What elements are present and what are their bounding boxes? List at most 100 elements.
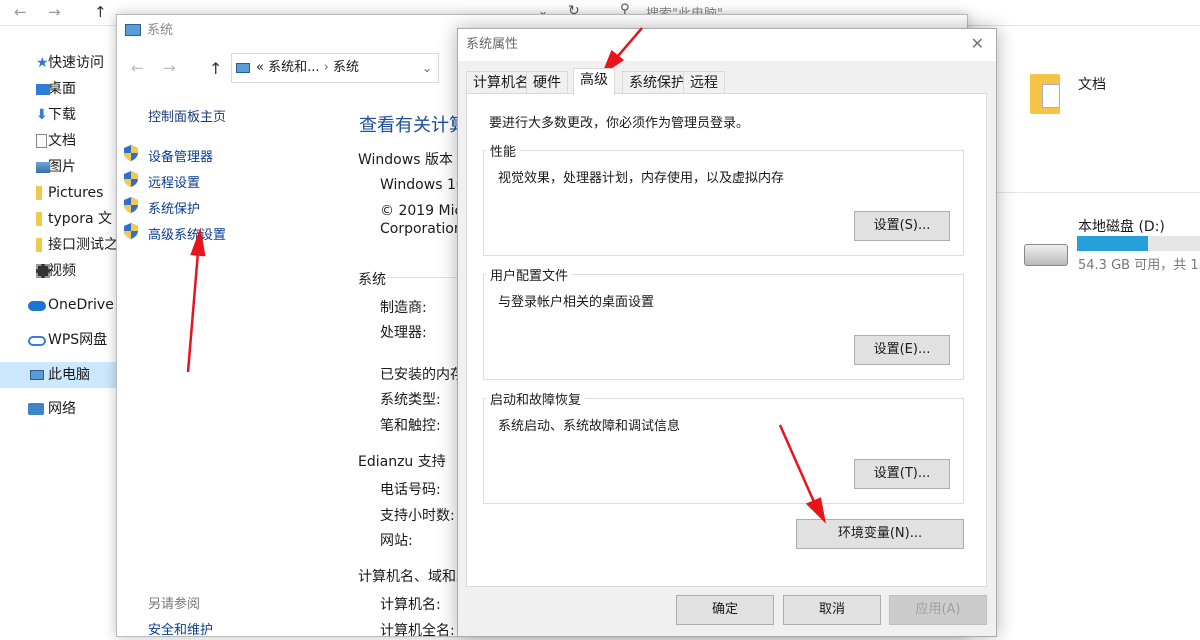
user-profile-group: 用户配置文件 与登录帐户相关的桌面设置 设置(E)... xyxy=(483,265,964,380)
drive-usage-fill xyxy=(1077,236,1149,251)
phone-label: 电话号码: xyxy=(380,482,441,498)
computer-icon xyxy=(30,370,44,380)
close-icon[interactable]: ✕ xyxy=(971,34,984,53)
page-title: 查看有关计算 xyxy=(359,115,467,136)
system-properties-dialog: 系统属性 ✕ 计算机名 硬件 高级 系统保护 远程 要进行大多数更改，你必须作为… xyxy=(457,28,997,637)
startup-recovery-label: 启动和故障恢复 xyxy=(486,389,586,408)
forward-icon[interactable]: → xyxy=(48,3,61,21)
performance-desc: 视觉效果，处理器计划，内存使用，以及虚拟内存 xyxy=(498,171,785,186)
advanced-tab-panel: 要进行大多数更改，你必须作为管理员登录。 性能 视觉效果，处理器计划，内存使用，… xyxy=(466,93,987,587)
drive-usage-bar xyxy=(1077,236,1200,251)
ok-button[interactable]: 确定 xyxy=(676,595,774,625)
admin-note: 要进行大多数更改，你必须作为管理员登录。 xyxy=(489,116,750,131)
user-profile-settings-button[interactable]: 设置(E)... xyxy=(854,335,950,365)
shield-icon xyxy=(124,223,138,239)
drive-name: 本地磁盘 (D:) xyxy=(1078,219,1165,235)
system-protection-link[interactable]: 系统保护 xyxy=(148,198,200,217)
back-icon[interactable]: ← xyxy=(131,59,144,77)
support-section-label: Edianzu 支持 xyxy=(358,454,446,470)
nav-item-documents[interactable]: 文档 xyxy=(0,128,116,154)
drive-info: 54.3 GB 可用，共 13 xyxy=(1078,258,1200,273)
nav-item-pictures-folder[interactable]: Pictures xyxy=(0,180,116,206)
startup-recovery-group: 启动和故障恢复 系统启动、系统故障和调试信息 设置(T)... xyxy=(483,389,964,504)
see-also-label: 另请参阅 xyxy=(148,597,201,612)
startup-recovery-settings-button[interactable]: 设置(T)... xyxy=(854,459,950,489)
windows-edition-label: Windows 版本 xyxy=(358,152,453,168)
user-profile-desc: 与登录帐户相关的桌面设置 xyxy=(498,295,655,310)
pen-touch-label: 笔和触控: xyxy=(380,418,441,434)
remote-settings-link[interactable]: 远程设置 xyxy=(148,172,200,191)
performance-label: 性能 xyxy=(486,141,521,160)
forward-icon[interactable]: → xyxy=(163,59,176,77)
desktop-icon xyxy=(36,84,50,95)
advanced-system-settings-link[interactable]: 高级系统设置 xyxy=(148,224,226,243)
processor-label: 处理器: xyxy=(380,325,427,341)
document-icon xyxy=(1042,84,1060,108)
tab-hardware[interactable]: 硬件 xyxy=(526,71,568,93)
cancel-button[interactable]: 取消 xyxy=(783,595,881,625)
nav-item-network[interactable]: 网络 xyxy=(0,396,116,422)
apply-button[interactable]: 应用(A) xyxy=(889,595,987,625)
security-maintenance-link[interactable]: 安全和维护 xyxy=(148,619,213,638)
copyright-line-1: © 2019 Micr xyxy=(380,203,468,219)
shield-icon xyxy=(124,171,138,187)
address-bar[interactable]: « 系统和... › 系统 ⌄ xyxy=(231,53,439,83)
video-icon xyxy=(36,264,50,278)
star-icon: ★ xyxy=(36,55,49,71)
windows-name: Windows 10 xyxy=(380,177,465,193)
nav-item-quick-access[interactable]: ★ 快速访问 xyxy=(0,50,116,76)
cloud-icon xyxy=(28,301,46,311)
folder-icon xyxy=(36,186,42,200)
ram-label: 已安装的内存 xyxy=(380,367,464,383)
nav-item-videos[interactable]: 视频 xyxy=(0,258,116,284)
device-manager-link[interactable]: 设备管理器 xyxy=(148,146,213,165)
document-icon xyxy=(36,134,47,148)
explorer-content-right: 文档 本地磁盘 (D:) 54.3 GB 可用，共 13 xyxy=(996,40,1200,637)
drive-icon[interactable] xyxy=(1024,244,1068,266)
performance-group: 性能 视觉效果，处理器计划，内存使用，以及虚拟内存 设置(S)... xyxy=(483,141,964,256)
shield-icon xyxy=(124,145,138,161)
performance-settings-button[interactable]: 设置(S)... xyxy=(854,211,950,241)
nav-item-downloads[interactable]: ⬇ 下载 xyxy=(0,102,116,128)
shield-icon xyxy=(124,197,138,213)
tab-remote[interactable]: 远程 xyxy=(683,71,725,93)
nav-item-wps[interactable]: WPS网盘 xyxy=(0,327,116,353)
nav-item-desktop[interactable]: 桌面 xyxy=(0,76,116,102)
support-hours-label: 支持小时数: xyxy=(380,508,455,524)
cloud-icon xyxy=(28,336,46,346)
computer-full-name-label: 计算机全名: xyxy=(380,623,455,639)
computer-name-label: 计算机名: xyxy=(380,597,441,613)
computer-section-label: 计算机名、域和工 xyxy=(358,569,470,585)
control-panel-home-link[interactable]: 控制面板主页 xyxy=(148,106,226,125)
divider xyxy=(387,277,457,278)
user-profile-label: 用户配置文件 xyxy=(486,265,573,284)
chevron-down-icon[interactable]: ⌄ xyxy=(422,54,432,82)
nav-item-onedrive[interactable]: OneDrive xyxy=(0,292,116,318)
environment-variables-button[interactable]: 环境变量(N)... xyxy=(796,519,964,549)
startup-recovery-desc: 系统启动、系统故障和调试信息 xyxy=(498,419,681,434)
picture-icon xyxy=(36,162,50,173)
breadcrumb-system[interactable]: 系统 xyxy=(333,60,359,75)
folder-icon xyxy=(36,212,42,226)
nav-item-this-pc[interactable]: 此电脑 xyxy=(0,362,116,388)
folder-icon xyxy=(36,238,42,252)
tab-advanced[interactable]: 高级 xyxy=(573,68,615,95)
computer-icon xyxy=(236,63,250,73)
system-type-label: 系统类型: xyxy=(380,392,441,408)
back-icon[interactable]: ← xyxy=(14,3,27,21)
up-icon[interactable]: ↑ xyxy=(94,3,107,21)
website-label: 网站: xyxy=(380,533,413,549)
tab-system-protection[interactable]: 系统保护 xyxy=(622,71,692,93)
system-section-label: 系统 xyxy=(358,272,386,288)
computer-icon xyxy=(125,24,141,36)
nav-item-api-test[interactable]: 接口测试之 xyxy=(0,232,118,258)
documents-label: 文档 xyxy=(1078,77,1106,93)
navigation-pane: ★ 快速访问 桌面 ⬇ 下载 文档 图片 Pictures typora 文 接口测… xyxy=(0,44,118,637)
up-icon[interactable]: ↑ xyxy=(209,59,222,78)
nav-item-typora[interactable]: typora 文 xyxy=(0,206,116,232)
copyright-line-2: Corporation. xyxy=(380,221,468,237)
nav-item-pictures[interactable]: 图片 xyxy=(0,154,116,180)
breadcrumb-control-panel[interactable]: 系统和... xyxy=(268,60,319,75)
dialog-title-bar: 系统属性 xyxy=(458,29,996,61)
manufacturer-label: 制造商: xyxy=(380,300,427,316)
